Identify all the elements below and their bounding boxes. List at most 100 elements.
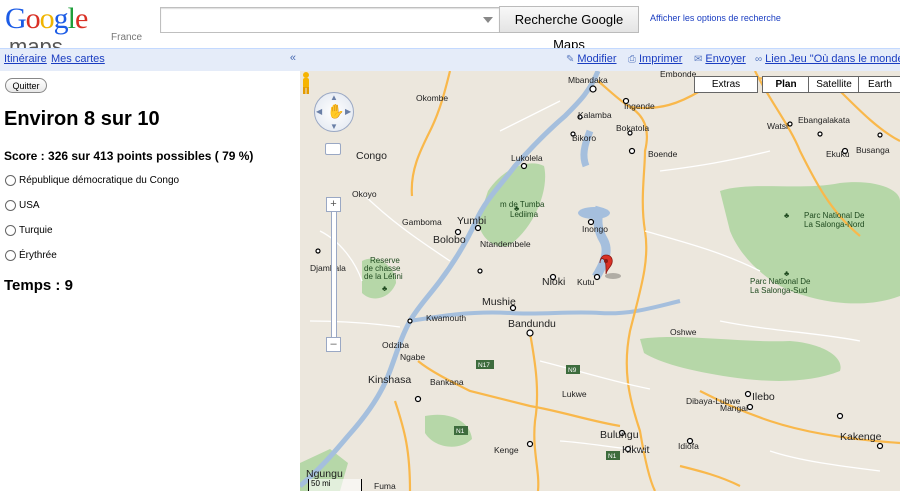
place-label: Parc National De <box>750 277 811 286</box>
pan-up-icon[interactable]: ▲ <box>330 93 338 102</box>
place-label: Mbandaka <box>568 75 608 85</box>
place-label: Bulungu <box>600 429 639 441</box>
pan-left-icon[interactable]: ◀ <box>316 107 322 116</box>
google-maps-logo[interactable]: Google maps France <box>5 2 145 60</box>
lake-upper <box>578 207 610 219</box>
answer-label: République démocratique du Congo <box>19 175 180 186</box>
place-label: La Salonga-Nord <box>804 220 864 229</box>
quit-button[interactable]: Quitter <box>5 78 47 93</box>
place-label: La Salonga-Sud <box>750 286 807 295</box>
answer-option[interactable]: République démocratique du Congo <box>5 175 179 186</box>
lien-link[interactable]: ∞ Lien Jeu "Où dans le monde <box>755 53 900 65</box>
place-label: Parc National De <box>804 211 865 220</box>
road-label: N1 <box>608 453 617 460</box>
park-icon: ♣ <box>784 211 790 220</box>
hand-icon: ✋ <box>327 103 345 119</box>
road-label: N17 <box>478 362 490 369</box>
radio-button[interactable] <box>5 175 16 186</box>
place-label: Kwamouth <box>426 313 466 323</box>
place-label: Bolobo <box>433 234 466 246</box>
mes-cartes-link[interactable]: Mes cartes <box>51 53 105 65</box>
search-options-link[interactable]: Afficher les options de recherche <box>650 13 781 23</box>
place-label: Kikwit <box>622 444 650 456</box>
envoyer-label: Envoyer <box>705 53 746 65</box>
left-panel-toolbar: Itinéraire Mes cartes « <box>0 48 300 71</box>
road-label: N9 <box>568 367 577 374</box>
imprimer-link[interactable]: ⎙ Imprimer <box>628 53 682 65</box>
answer-option[interactable]: USA <box>5 200 40 211</box>
place-label: Bikoro <box>572 133 596 143</box>
place-label: Odziba <box>382 340 409 350</box>
modifier-link[interactable]: ✎ Modifier <box>566 53 617 65</box>
place-label: Djambala <box>310 263 346 273</box>
place-label: Nioki <box>542 276 565 288</box>
place-label: Okoyo <box>352 189 377 199</box>
place-label: Boende <box>648 149 678 159</box>
itineraire-link[interactable]: Itinéraire <box>4 53 47 65</box>
search-button[interactable]: Recherche Google Maps <box>499 6 639 52</box>
place-label: Okombe <box>416 93 448 103</box>
scale-bar: 50 mi <box>308 479 362 491</box>
email-icon: ✉ <box>694 54 703 65</box>
place-label: Idiofa <box>678 441 699 451</box>
place-label: Ingende <box>624 101 655 111</box>
place-label: Kutu <box>577 277 595 287</box>
link-icon: ∞ <box>755 54 763 65</box>
place-label: Lukolela <box>511 153 543 163</box>
answer-label: Érythrée <box>19 250 57 261</box>
map-graphics: N17 N9 N1 N1 ♣ ♣ ♣ ♣ Mbandaka Embonde In… <box>300 71 900 491</box>
radio-button[interactable] <box>5 250 16 261</box>
logo-word: Google <box>5 2 88 35</box>
radio-button[interactable] <box>5 225 16 236</box>
place-label: Inongo <box>582 224 608 234</box>
search-input[interactable] <box>165 8 469 32</box>
place-label: de la Léfini <box>364 272 403 281</box>
place-label: Kenge <box>494 445 519 455</box>
map-type-satellite[interactable]: Satellite <box>808 76 860 93</box>
search-history-dropdown-icon[interactable] <box>483 17 493 23</box>
map-type-plan[interactable]: Plan <box>762 76 810 93</box>
answer-label: USA <box>19 200 40 211</box>
zoom-out-button[interactable]: – <box>326 337 341 352</box>
park-salonga-sud-strip <box>640 337 841 381</box>
radio-button[interactable] <box>5 200 16 211</box>
place-label: Lukwe <box>562 389 587 399</box>
zoom-in-button[interactable]: + <box>326 197 341 212</box>
place-label: Watsi <box>767 121 788 131</box>
zoom-slider[interactable] <box>331 211 337 338</box>
place-label: Ilebo <box>752 391 775 403</box>
timer-text: Temps : 9 <box>4 277 73 294</box>
place-label: Yumbi <box>457 215 486 227</box>
print-icon: ⎙ <box>628 54 636 65</box>
pegman-icon[interactable] <box>300 71 312 95</box>
marker-shadow <box>605 273 621 279</box>
map-type-extras[interactable]: Extras <box>694 76 758 93</box>
answer-label: Turquie <box>19 225 53 236</box>
street-view-toggle-icon[interactable] <box>325 143 341 155</box>
score-text: Score : 326 sur 413 points possibles ( 7… <box>4 149 254 163</box>
map-canvas[interactable]: N17 N9 N1 N1 ♣ ♣ ♣ ♣ Mbandaka Embonde In… <box>300 71 900 491</box>
place-label: Bandundu <box>508 318 556 330</box>
place-label: Kakenge <box>840 431 882 443</box>
modifier-label: Modifier <box>577 53 617 65</box>
pan-control[interactable]: ▲ ▼ ◀ ▶ ✋ <box>314 92 354 132</box>
road-label: N1 <box>456 428 465 435</box>
place-label: Gamboma <box>402 217 442 227</box>
place-label: Kinshasa <box>368 374 411 386</box>
envoyer-link[interactable]: ✉ Envoyer <box>694 53 746 65</box>
pan-right-icon[interactable]: ▶ <box>345 107 351 116</box>
place-label: Busanga <box>856 145 890 155</box>
place-label: Ngabe <box>400 352 425 362</box>
place-label: Ekuku <box>826 149 850 159</box>
collapse-panel-icon[interactable]: « <box>290 52 296 64</box>
place-label: Fuma <box>374 481 396 491</box>
place-label: m de Tumba <box>500 200 545 209</box>
pan-down-icon[interactable]: ▼ <box>330 122 338 131</box>
place-label: Lediima <box>510 210 539 219</box>
place-label: Mangai <box>720 403 748 413</box>
search-box <box>160 7 500 33</box>
place-label: Bokatola <box>616 123 649 133</box>
answer-option[interactable]: Érythrée <box>5 250 57 261</box>
map-type-earth[interactable]: Earth <box>858 76 900 93</box>
answer-option[interactable]: Turquie <box>5 225 53 236</box>
